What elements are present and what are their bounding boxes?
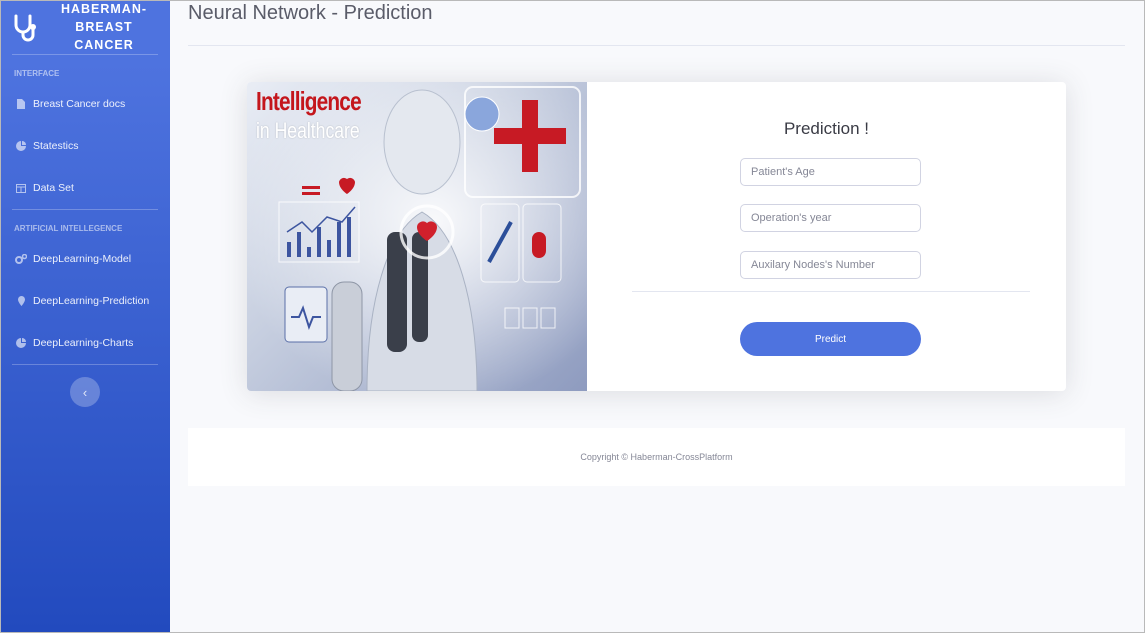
page-title: Neural Network - Prediction	[188, 2, 433, 24]
hero-subtitle: in Healthcare	[256, 118, 360, 143]
form-title: Prediction !	[783, 119, 870, 138]
form-divider	[632, 291, 1030, 292]
map-marker-icon	[14, 296, 28, 306]
sidebar-heading-interface: INTERFACE	[14, 69, 60, 78]
hero-title: Intelligence	[256, 86, 362, 116]
prediction-form: Prediction ! Predict	[587, 82, 1066, 391]
auxiliary-nodes-input[interactable]	[740, 251, 921, 279]
cogs-icon	[14, 254, 28, 264]
patient-age-input[interactable]	[740, 158, 921, 186]
stethoscope-icon	[14, 14, 36, 42]
brand-name: HABERMAN- BREAST CANCER	[44, 0, 164, 54]
sidebar-item-breast-cancer-docs[interactable]: Breast Cancer docs	[0, 83, 170, 125]
sidebar: HABERMAN- BREAST CANCER INTERFACE Breast…	[0, 0, 170, 633]
header-divider	[188, 45, 1125, 46]
brand-line-2: BREAST CANCER	[74, 20, 134, 52]
sidebar-item-deeplearning-model[interactable]: DeepLearning-Model	[0, 238, 170, 280]
sidebar-item-deeplearning-charts[interactable]: DeepLearning-Charts	[0, 322, 170, 364]
sidebar-item-label: Data Set	[33, 182, 74, 194]
sidebar-item-label: DeepLearning-Charts	[33, 337, 134, 349]
chart-pie-icon	[14, 141, 28, 151]
chart-pie-icon	[14, 338, 28, 348]
sidebar-item-label: Breast Cancer docs	[33, 98, 126, 110]
sidebar-item-deeplearning-prediction[interactable]: DeepLearning-Prediction	[0, 280, 170, 322]
sidebar-divider	[12, 364, 158, 365]
operation-year-input[interactable]	[740, 204, 921, 232]
sidebar-item-label: DeepLearning-Prediction	[33, 295, 150, 307]
healthcare-ai-image: Intelligence in Healthcare	[247, 82, 587, 391]
sidebar-item-statestics[interactable]: Statestics	[0, 125, 170, 167]
prediction-card: Intelligence in Healthcare Prediction ! …	[247, 82, 1066, 391]
sidebar-item-label: DeepLearning-Model	[33, 253, 132, 265]
table-icon	[14, 183, 28, 193]
copyright-text: Copyright © Haberman-CrossPlatform	[580, 452, 733, 462]
sidebar-item-label: Statestics	[33, 140, 79, 152]
predict-button[interactable]: Predict	[740, 322, 921, 356]
sidebar-heading-ai: ARTIFICIAL INTELLEGENCE	[14, 224, 123, 233]
sidebar-brand[interactable]: HABERMAN- BREAST CANCER	[0, 0, 170, 54]
main-content: Neural Network - Prediction Intelligence…	[170, 0, 1145, 633]
brand-line-1: HABERMAN-	[60, 2, 148, 16]
sidebar-toggle-button[interactable]: ‹	[70, 377, 100, 407]
footer: Copyright © Haberman-CrossPlatform	[188, 428, 1125, 486]
file-icon	[14, 99, 28, 109]
chevron-left-icon: ‹	[82, 384, 88, 400]
sidebar-item-data-set[interactable]: Data Set	[0, 167, 170, 209]
